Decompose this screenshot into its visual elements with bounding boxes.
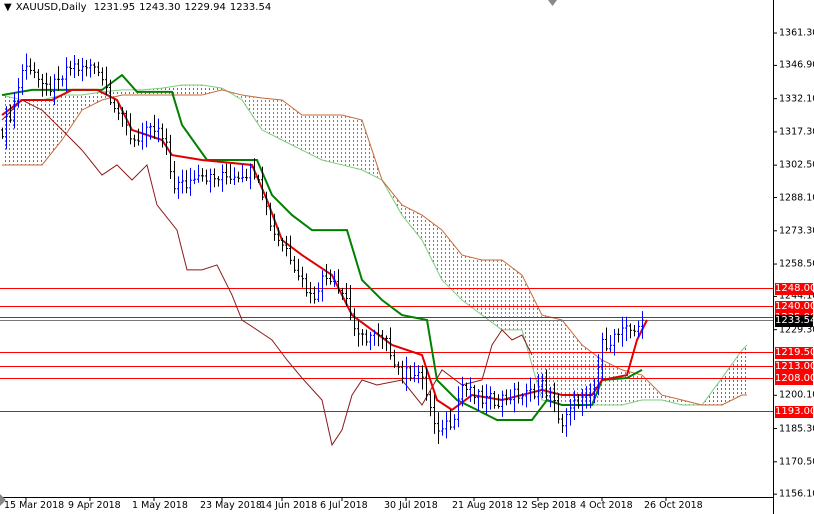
open-value: 1231.95 [93, 2, 136, 13]
price-tick-label: 1346.90 [779, 59, 814, 71]
ichimoku-cloud [1, 84, 748, 406]
date-label: 9 Apr 2018 [68, 500, 121, 511]
date-label: 4 Oct 2018 [580, 500, 633, 511]
level-label: 1219.50 [775, 346, 814, 359]
price-tick-label: 1170.50 [779, 456, 814, 468]
price-tick-label: 1302.50 [779, 159, 814, 171]
level-label: 1208.00 [775, 372, 814, 385]
cloud-segment [42, 95, 62, 165]
chart-header: ▼ XAUUSD,Daily 1231.95 1243.30 1229.94 1233.… [4, 2, 275, 13]
chart-window[interactable]: ▼ XAUUSD,Daily 1231.95 1243.30 1229.94 1233.… [0, 0, 814, 514]
cloud-segment [22, 100, 42, 165]
date-label: 30 Jul 2018 [384, 500, 438, 511]
cloud-segment [322, 115, 342, 165]
level-label: 1248.00 [775, 282, 814, 295]
cloud-segment [422, 215, 442, 280]
price-tick-label: 1200.10 [779, 389, 814, 401]
cloud-segment [262, 97, 282, 140]
symbol-label: XAUUSD,Daily [15, 2, 87, 13]
level-label: 1193.00 [775, 405, 814, 418]
price-tick-label: 1317.30 [779, 126, 814, 138]
date-label: 14 Jun 2018 [260, 500, 318, 511]
horizontal-levels [0, 32, 777, 501]
current-price-label: 1233.54 [775, 314, 814, 327]
price-tick-label: 1361.30 [779, 27, 814, 39]
price-tick-label: 1288.10 [779, 192, 814, 204]
senkou-span-a-line [1, 84, 748, 406]
cloud-segment [502, 260, 522, 330]
dropdown-triangle-icon[interactable]: ▼ [4, 2, 12, 13]
date-label: 15 Mar 2018 [4, 500, 65, 511]
high-value: 1243.30 [139, 2, 181, 13]
date-label: 6 Jul 2018 [320, 500, 368, 511]
cloud-segment [482, 260, 502, 330]
date-label: 12 Sep 2018 [516, 500, 577, 511]
cloud-segment [302, 115, 322, 160]
senkou-span-b-line [2, 89, 747, 406]
chart-shift-marker-icon[interactable] [548, 0, 557, 6]
cloud-segment [662, 395, 682, 405]
date-label: 23 May 2018 [200, 500, 262, 511]
price-chart[interactable] [0, 0, 814, 514]
price-tick-label: 1185.30 [779, 423, 814, 435]
cloud-segment [342, 115, 362, 170]
cloud-segment [182, 84, 202, 96]
date-label: 26 Oct 2018 [644, 500, 703, 511]
low-value: 1229.94 [184, 2, 226, 13]
date-label: 21 Aug 2018 [452, 500, 513, 511]
date-label: 1 May 2018 [132, 500, 188, 511]
price-tick-label: 1332.10 [779, 93, 814, 105]
level-label: 1213.00 [775, 360, 814, 373]
close-value: 1233.54 [229, 2, 272, 13]
price-tick-label: 1258.50 [779, 258, 814, 270]
price-tick-label: 1273.30 [779, 225, 814, 237]
price-tick-label: 1156.10 [779, 488, 814, 500]
